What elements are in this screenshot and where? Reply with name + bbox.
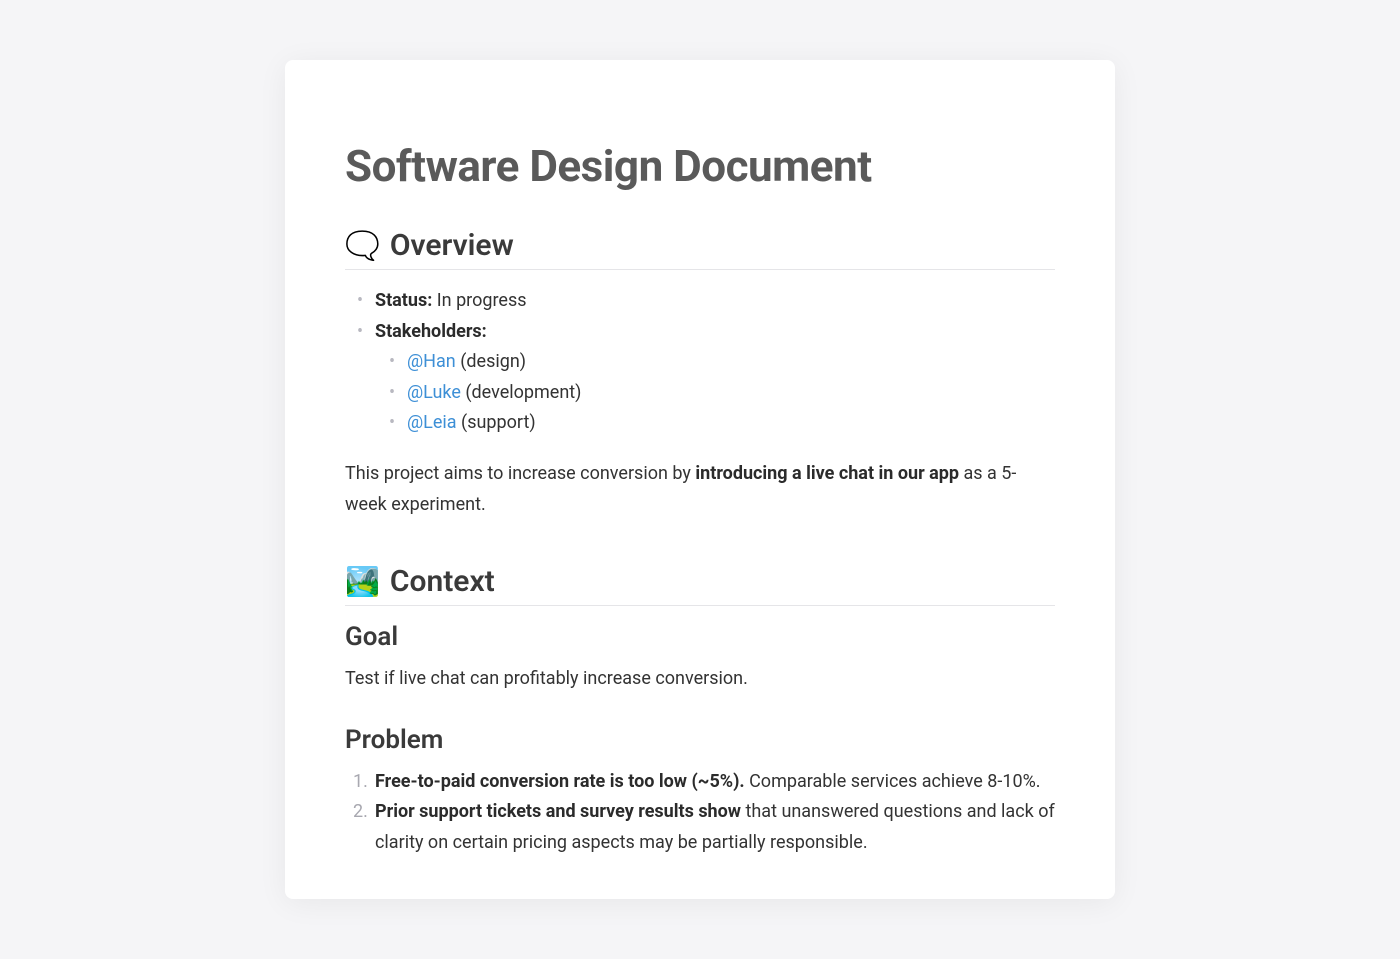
landscape-icon: 🏞️ bbox=[345, 568, 380, 596]
mention-link[interactable]: @Han bbox=[407, 351, 456, 372]
problem-rest: Comparable services achieve 8-10%. bbox=[745, 771, 1041, 792]
status-item: Status: In progress bbox=[357, 286, 1055, 317]
stakeholder-role: (support) bbox=[461, 412, 536, 433]
summary-pre: This project aims to increase conversion… bbox=[345, 463, 695, 484]
list-item: @Luke (development) bbox=[389, 378, 1055, 409]
problem-bold: Free-to-paid conversion rate is too low … bbox=[375, 771, 745, 792]
speech-bubble-icon: 🗨️ bbox=[345, 232, 380, 260]
stakeholders-item: Stakeholders: @Han (design) @Luke (devel… bbox=[357, 317, 1055, 439]
summary-bold: introducing a live chat in our app bbox=[695, 463, 959, 484]
stakeholders-label: Stakeholders: bbox=[375, 321, 487, 342]
overview-summary: This project aims to increase conversion… bbox=[345, 459, 1055, 520]
list-item: @Han (design) bbox=[389, 347, 1055, 378]
section-heading-overview-label: Overview bbox=[390, 228, 514, 263]
mention-link[interactable]: @Leia bbox=[407, 412, 457, 433]
status-label: Status: bbox=[375, 290, 432, 311]
subheading-problem: Problem bbox=[345, 725, 1055, 755]
section-heading-context: 🏞️ Context bbox=[345, 564, 1055, 606]
problem-list: Free-to-paid conversion rate is too low … bbox=[345, 767, 1055, 859]
page-title: Software Design Document bbox=[345, 140, 1055, 192]
subheading-goal: Goal bbox=[345, 622, 1055, 652]
list-item: Free-to-paid conversion rate is too low … bbox=[353, 767, 1055, 798]
stakeholder-role: (design) bbox=[460, 351, 526, 372]
status-value: In progress bbox=[437, 290, 527, 311]
stakeholder-role: (development) bbox=[465, 382, 581, 403]
section-heading-overview: 🗨️ Overview bbox=[345, 228, 1055, 270]
list-item: @Leia (support) bbox=[389, 408, 1055, 439]
goal-text: Test if live chat can profitably increas… bbox=[345, 664, 1055, 695]
mention-link[interactable]: @Luke bbox=[407, 382, 461, 403]
list-item: Prior support tickets and survey results… bbox=[353, 797, 1055, 858]
document-card: Software Design Document 🗨️ Overview Sta… bbox=[285, 60, 1115, 899]
stakeholders-list: @Han (design) @Luke (development) @Leia … bbox=[375, 347, 1055, 439]
section-heading-context-label: Context bbox=[390, 564, 495, 599]
problem-bold: Prior support tickets and survey results… bbox=[375, 801, 741, 822]
overview-bullet-list: Status: In progress Stakeholders: @Han (… bbox=[345, 286, 1055, 439]
